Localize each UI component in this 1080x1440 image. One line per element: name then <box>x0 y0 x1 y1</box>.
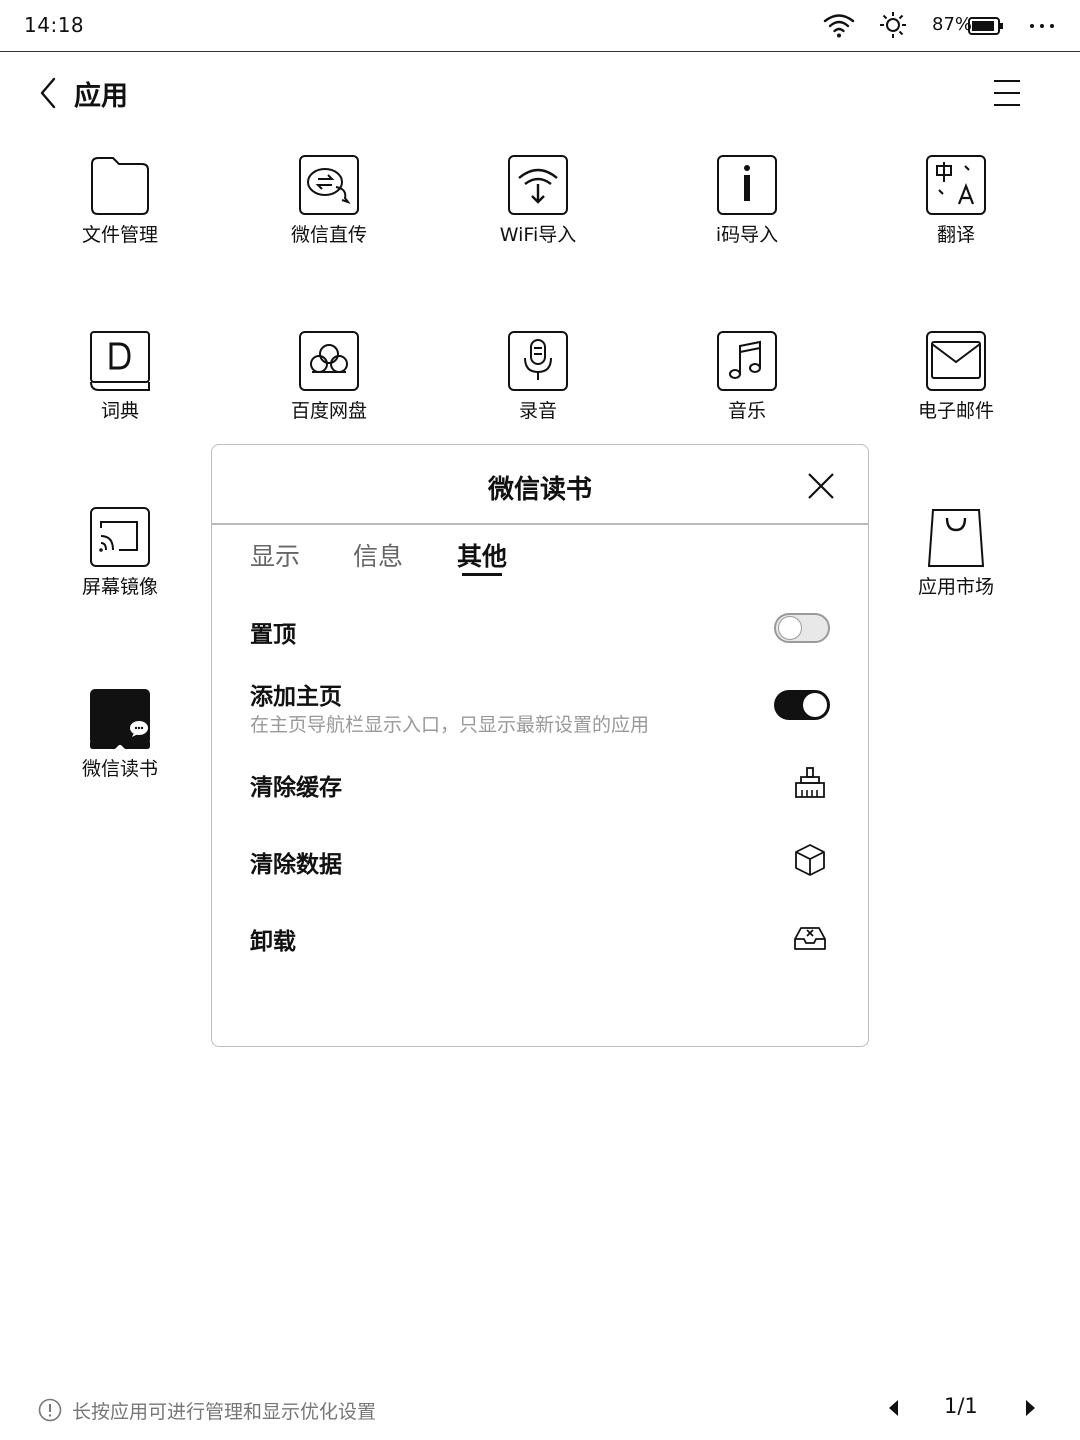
close-icon[interactable] <box>806 471 836 501</box>
app-market[interactable]: 应用市场 <box>876 506 1036 616</box>
app-label: i码导入 <box>715 224 779 246</box>
app-label: 百度网盘 <box>290 400 367 422</box>
broom-icon[interactable] <box>792 765 828 801</box>
battery-icon <box>968 17 1003 35</box>
status-time: 14:18 <box>24 13 85 37</box>
info-icon <box>38 1398 62 1422</box>
app-translate[interactable]: 翻译 <box>876 154 1036 264</box>
brightness-icon <box>880 12 906 38</box>
app-baidu-cloud[interactable]: 百度网盘 <box>249 330 409 440</box>
app-label: 屏幕镜像 <box>81 576 158 598</box>
previous-page-icon[interactable] <box>886 1398 902 1418</box>
app-label: 录音 <box>518 400 557 422</box>
uninstall-tray-icon[interactable] <box>792 919 828 955</box>
wechat-transfer-icon <box>299 155 359 215</box>
i-code-icon <box>717 155 777 215</box>
footer-hint: 长按应用可进行管理和显示优化设置 <box>72 1401 377 1423</box>
wifi-import-icon <box>508 155 568 215</box>
translate-icon <box>926 155 986 215</box>
app-email[interactable]: 电子邮件 <box>876 330 1036 440</box>
app-label: WiFi导入 <box>499 224 577 246</box>
page-title: 应用 <box>74 81 128 112</box>
cube-icon[interactable] <box>792 842 828 878</box>
app-label: 词典 <box>100 400 139 422</box>
shopping-bag-icon <box>927 509 985 567</box>
dialog-divider <box>212 523 868 525</box>
screen-cast-icon <box>90 507 150 567</box>
app-label: 翻译 <box>936 224 975 246</box>
uninstall-label[interactable]: 卸载 <box>250 922 296 956</box>
chevron-left-icon[interactable] <box>34 76 62 110</box>
app-file-manager[interactable]: 文件管理 <box>40 154 200 264</box>
more-icon[interactable] <box>1028 12 1056 40</box>
app-music[interactable]: 音乐 <box>667 330 827 440</box>
tab-info[interactable]: 信息 <box>353 537 403 573</box>
page-indicator: 1/1 <box>944 1394 978 1418</box>
app-dictionary[interactable]: 词典 <box>40 330 200 440</box>
pin-label: 置顶 <box>250 622 296 648</box>
tab-display[interactable]: 显示 <box>250 537 300 573</box>
app-wechat-read[interactable]: 微信读书 <box>40 688 200 798</box>
app-wifi-import[interactable]: WiFi导入 <box>458 154 618 264</box>
add-home-toggle[interactable] <box>774 690 830 720</box>
toggle-knob <box>778 616 802 640</box>
app-settings-dialog: 微信读书 显示 信息 其他 置顶 添加主页 在主页导航栏显示入口，只显示最新设置… <box>211 444 869 1047</box>
active-tab-indicator <box>462 573 502 576</box>
wifi-icon <box>823 14 855 38</box>
add-home-label: 添加主页 <box>250 684 342 710</box>
toggle-knob <box>803 693 827 717</box>
app-wechat-transfer[interactable]: 微信直传 <box>249 154 409 264</box>
app-label: 微信直传 <box>290 224 367 246</box>
wechat-read-icon <box>90 689 150 749</box>
clear-cache-label[interactable]: 清除缓存 <box>250 768 342 802</box>
app-label: 音乐 <box>727 400 766 422</box>
dictionary-icon <box>90 331 150 391</box>
pin-toggle[interactable] <box>774 613 830 643</box>
music-icon <box>717 331 777 391</box>
app-label: 微信读书 <box>81 758 158 780</box>
baidu-cloud-icon <box>299 331 359 391</box>
next-page-icon[interactable] <box>1022 1398 1038 1418</box>
app-label: 电子邮件 <box>917 400 994 422</box>
app-i-code-import[interactable]: i码导入 <box>667 154 827 264</box>
status-bar: 14:18 87% <box>0 0 1080 52</box>
hamburger-menu-icon[interactable] <box>992 78 1022 108</box>
app-label: 应用市场 <box>917 576 994 598</box>
app-label: 文件管理 <box>81 224 158 246</box>
app-screen-mirror[interactable]: 屏幕镜像 <box>40 506 200 616</box>
clear-data-label[interactable]: 清除数据 <box>250 845 342 879</box>
microphone-icon <box>508 331 568 391</box>
add-home-description: 在主页导航栏显示入口，只显示最新设置的应用 <box>250 714 650 736</box>
battery-percent: 87% <box>932 14 973 35</box>
tab-other[interactable]: 其他 <box>457 537 507 573</box>
mail-icon <box>926 331 986 391</box>
app-recorder[interactable]: 录音 <box>458 330 618 440</box>
dialog-title: 微信读书 <box>487 475 592 505</box>
folder-icon <box>91 157 149 215</box>
